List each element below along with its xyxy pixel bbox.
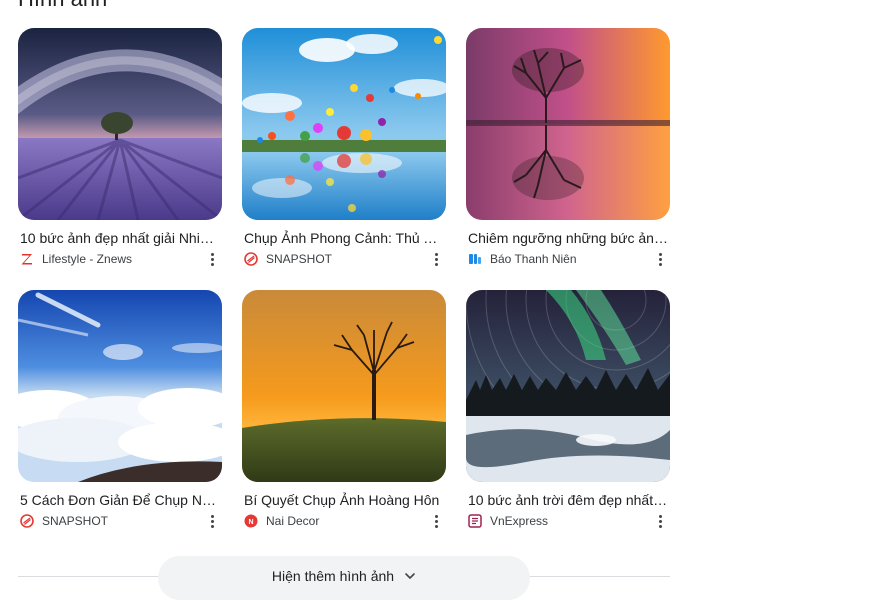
section-title: Hình ảnh — [18, 0, 107, 12]
image-thumbnail[interactable] — [18, 290, 222, 482]
image-thumbnail[interactable] — [18, 28, 222, 220]
more-options-icon[interactable] — [654, 512, 666, 530]
image-result-card[interactable]: Chụp Ảnh Phong Cảnh: Thủ Thuật SNAPSHOT — [242, 28, 446, 267]
image-result-card[interactable]: Bí Quyết Chụp Ảnh Hoàng Hôn N Nai Decor — [242, 290, 446, 529]
snapshot-icon — [244, 252, 258, 266]
show-more-label: Hiện thêm hình ảnh — [271, 568, 395, 584]
more-options-icon[interactable] — [654, 250, 666, 268]
image-result-card[interactable]: 10 bức ảnh đẹp nhất giải Nhiếp ảnh Thiên… — [18, 28, 222, 267]
result-caption[interactable]: 10 bức ảnh đẹp nhất giải Nhiếp ảnh Thiên… — [18, 229, 220, 247]
znews-icon — [20, 252, 34, 266]
image-thumbnail[interactable] — [242, 28, 446, 220]
result-source[interactable]: Báo Thanh Niên — [490, 252, 577, 266]
nai-decor-icon: N — [244, 514, 258, 528]
chevron-down-icon — [405, 573, 415, 579]
result-source[interactable]: Nai Decor — [266, 514, 319, 528]
image-thumbnail[interactable] — [242, 290, 446, 482]
image-result-card[interactable]: 5 Cách Đơn Giản Để Chụp Nhiều Ảnh Đẹp SN… — [18, 290, 222, 529]
result-source[interactable]: Lifestyle - Znews — [42, 252, 132, 266]
result-source[interactable]: SNAPSHOT — [42, 514, 108, 528]
result-caption[interactable]: 10 bức ảnh trời đêm đẹp nhất năm — [466, 491, 668, 509]
more-options-icon[interactable] — [430, 250, 442, 268]
result-caption[interactable]: Chụp Ảnh Phong Cảnh: Thủ Thuật — [242, 229, 444, 247]
more-options-icon[interactable] — [430, 512, 442, 530]
result-caption[interactable]: Chiêm ngưỡng những bức ảnh đẹp — [466, 229, 668, 247]
image-thumbnail[interactable] — [466, 28, 670, 220]
snapshot-icon — [20, 514, 34, 528]
svg-text:N: N — [248, 519, 253, 526]
image-result-card[interactable]: 10 bức ảnh trời đêm đẹp nhất năm VnExpre… — [466, 290, 670, 529]
image-result-card[interactable]: Chiêm ngưỡng những bức ảnh đẹp Báo Thanh… — [466, 28, 670, 267]
result-caption[interactable]: 5 Cách Đơn Giản Để Chụp Nhiều Ảnh Đẹp — [18, 491, 220, 509]
result-caption[interactable]: Bí Quyết Chụp Ảnh Hoàng Hôn — [242, 491, 444, 509]
show-more-images-button[interactable]: Hiện thêm hình ảnh — [158, 556, 530, 600]
result-source[interactable]: VnExpress — [490, 514, 548, 528]
image-thumbnail[interactable] — [466, 290, 670, 482]
more-options-icon[interactable] — [206, 250, 218, 268]
vnexpress-icon — [468, 514, 482, 528]
more-options-icon[interactable] — [206, 512, 218, 530]
result-source[interactable]: SNAPSHOT — [266, 252, 332, 266]
thanh-nien-icon — [468, 252, 482, 266]
